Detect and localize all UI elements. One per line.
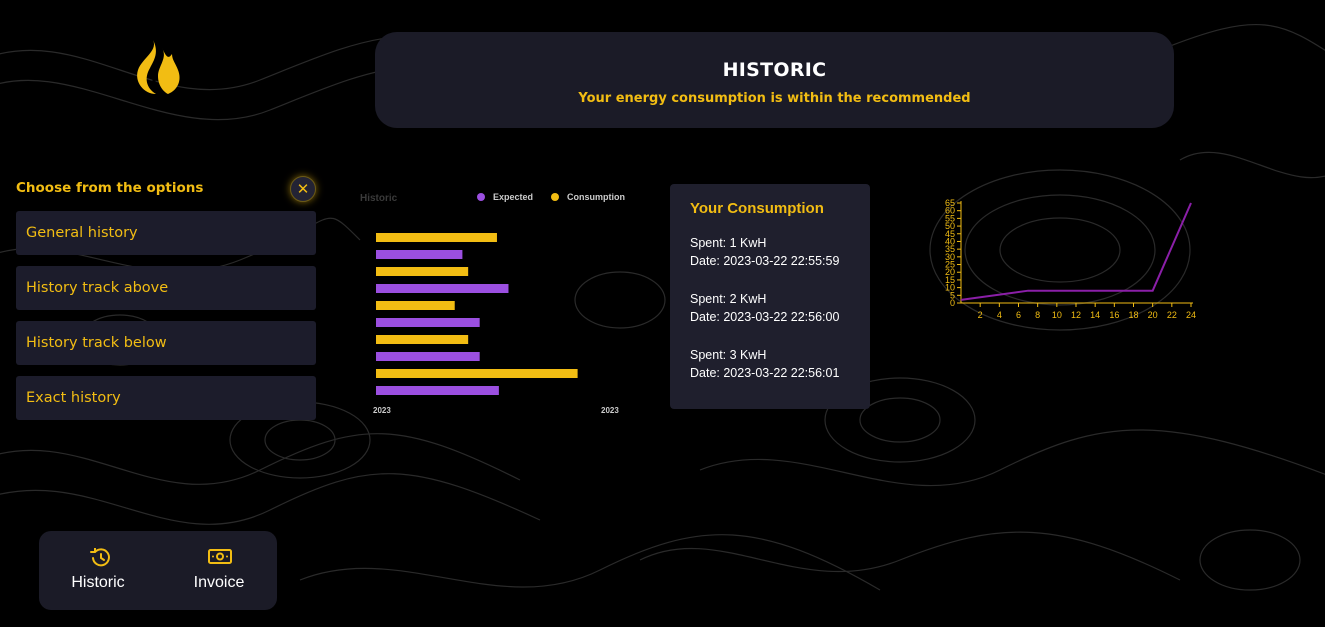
bar xyxy=(376,318,480,327)
consumption-entry: Spent: 3 KwH Date: 2023-03-22 22:56:01 xyxy=(690,346,850,382)
x-tick-label: 14 xyxy=(1090,310,1100,320)
flame-logo-icon xyxy=(137,38,180,94)
bar xyxy=(376,250,463,259)
bar-chart-x-ticks: 2023 2023 xyxy=(373,406,619,415)
entry-spent: Spent: 1 KwH xyxy=(690,236,767,250)
consumption-line xyxy=(960,202,1192,301)
history-icon xyxy=(90,548,110,567)
bar-chart-legend: Expected Consumption xyxy=(477,192,625,202)
entry-date: Date: 2023-03-22 22:55:59 xyxy=(690,254,840,268)
x-tick-label: 24 xyxy=(1186,310,1196,320)
nav-historic-label: Historic xyxy=(71,574,125,591)
consumption-line-chart: 051015202530354045505560652 4 6 8 10 12 14 16 18… xyxy=(945,198,1196,320)
bar-chart-bars xyxy=(376,233,578,395)
page-title: HISTORIC xyxy=(722,59,827,81)
legend-marker xyxy=(551,193,559,201)
historic-bar-chart: Historic Expected Consumption 2023 2023 xyxy=(360,192,625,415)
legend-marker xyxy=(477,193,485,201)
close-options-button[interactable]: ✕ xyxy=(290,176,316,202)
close-icon: ✕ xyxy=(296,180,310,198)
entry-spent: Spent: 3 KwH xyxy=(690,348,767,362)
nav-invoice[interactable]: Invoice xyxy=(164,531,274,610)
bar xyxy=(376,301,455,310)
legend-label: Expected xyxy=(493,192,533,202)
option-history-track-below[interactable]: History track below xyxy=(16,321,316,365)
x-tick-label: 18 xyxy=(1128,310,1138,320)
banknote-icon xyxy=(208,549,232,564)
x-tick-label: 2023 xyxy=(601,406,619,415)
option-exact-history[interactable]: Exact history xyxy=(16,376,316,420)
x-tick-label: 16 xyxy=(1109,310,1119,320)
bar xyxy=(376,369,578,378)
legend-label: Consumption xyxy=(567,192,625,202)
bar xyxy=(376,284,509,293)
x-tick-label: 20 xyxy=(1148,310,1158,320)
consumption-card: Your Consumption Spent: 1 KwH Date: 2023… xyxy=(670,184,870,409)
x-tick-label: 8 xyxy=(1035,310,1040,320)
entry-spent: Spent: 2 KwH xyxy=(690,292,767,306)
x-tick-label: 6 xyxy=(1016,310,1021,320)
entry-date: Date: 2023-03-22 22:56:01 xyxy=(690,366,840,380)
consumption-status-message: Your energy consumption is within the re… xyxy=(578,91,971,106)
header-card: HISTORIC Your energy consumption is with… xyxy=(375,32,1174,128)
x-tick-label: 4 xyxy=(997,310,1002,320)
x-tick-label: 2023 xyxy=(373,406,391,415)
bar xyxy=(376,352,480,361)
nav-invoice-label: Invoice xyxy=(193,574,245,591)
option-history-track-above[interactable]: History track above xyxy=(16,266,316,310)
options-title: Choose from the options xyxy=(16,180,204,196)
bar xyxy=(376,335,469,344)
consumption-entry: Spent: 1 KwH Date: 2023-03-22 22:55:59 xyxy=(690,234,850,270)
consumption-entry: Spent: 2 KwH Date: 2023-03-22 22:56:00 xyxy=(690,290,850,326)
bar xyxy=(376,267,469,276)
bar-chart-title: Historic xyxy=(360,193,398,204)
bar xyxy=(376,233,497,242)
bar xyxy=(376,386,499,395)
nav-historic[interactable]: Historic xyxy=(43,531,153,610)
x-tick-label: 22 xyxy=(1167,310,1177,320)
consumption-card-title: Your Consumption xyxy=(690,200,824,217)
option-general-history[interactable]: General history xyxy=(16,211,316,255)
x-tick-label: 2 xyxy=(978,310,983,320)
x-tick-label: 12 xyxy=(1071,310,1081,320)
entry-date: Date: 2023-03-22 22:56:00 xyxy=(690,310,840,324)
bottom-nav: Historic Invoice xyxy=(39,531,277,610)
x-tick-label: 10 xyxy=(1052,310,1062,320)
y-tick-label: 65 xyxy=(945,198,955,208)
